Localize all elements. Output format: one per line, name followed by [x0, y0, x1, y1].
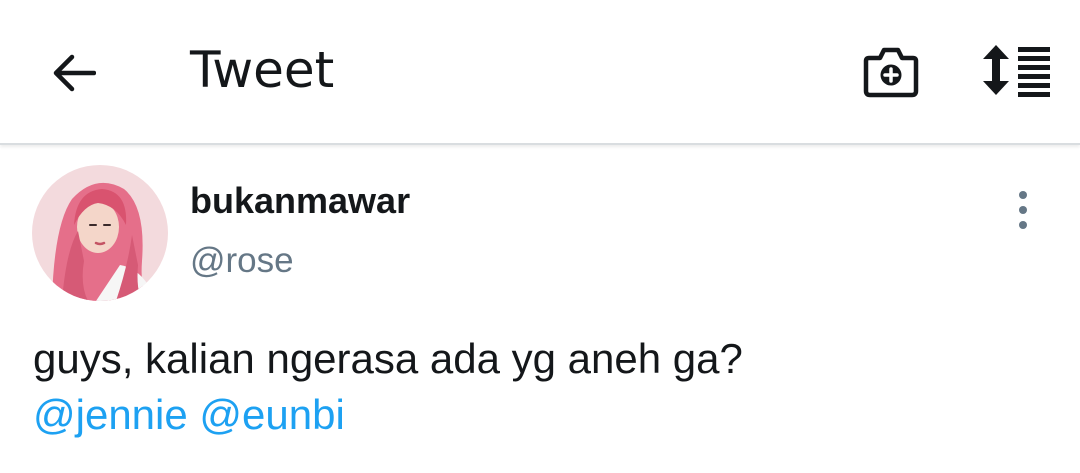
sort-list-icon: [983, 45, 1050, 97]
page-title: Tweet: [190, 41, 335, 99]
tweet-body: guys, kalian ngerasa ada yg aneh ga? @je…: [33, 331, 1053, 443]
more-options-button[interactable]: [1003, 187, 1043, 233]
camera-plus-icon: [863, 47, 919, 98]
display-name[interactable]: bukanmawar: [190, 179, 410, 223]
arrow-left-icon: [53, 54, 96, 92]
app-bar: Tweet: [0, 0, 1080, 145]
profile-photo: [32, 165, 168, 301]
more-vertical-icon: [1019, 191, 1027, 229]
mention-link[interactable]: @eunbi: [199, 391, 344, 438]
tweet-text: guys, kalian ngerasa ada yg aneh ga?: [33, 335, 743, 382]
sort-replies-button[interactable]: [982, 42, 1052, 98]
mentions: @jennie @eunbi: [33, 387, 1053, 443]
user-handle[interactable]: @rose: [190, 239, 294, 283]
tweet: bukanmawar @rose guys, kalian ngerasa ad…: [0, 147, 1080, 473]
back-button[interactable]: [48, 48, 100, 98]
mention-link[interactable]: @jennie: [33, 391, 188, 438]
add-photo-button[interactable]: [862, 42, 920, 100]
avatar[interactable]: [32, 165, 168, 301]
